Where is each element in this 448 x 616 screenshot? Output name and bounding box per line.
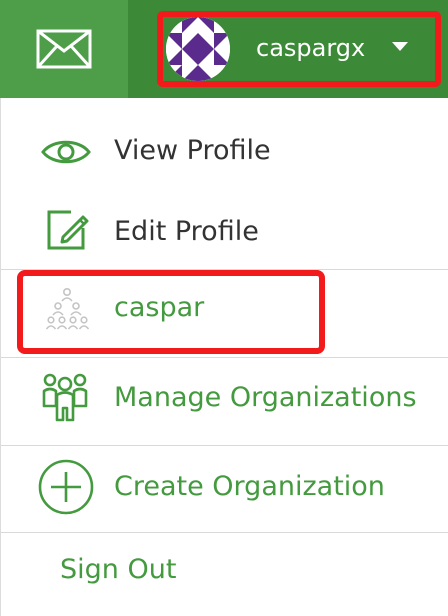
avatar[interactable] [166,17,230,81]
view-profile-label: View Profile [114,135,271,166]
top-navbar: caspargx [0,0,448,98]
menu-item-org-caspar[interactable]: caspar [1,270,448,357]
edit-profile-label: Edit Profile [114,216,259,247]
envelope-icon [36,29,92,69]
eye-icon [41,140,91,164]
messages-button[interactable] [0,0,128,98]
plus-circle-icon [38,459,94,515]
sign-out-label: Sign Out [60,554,177,585]
org-caspar-label: caspar [114,292,205,323]
menu-item-create-organization[interactable]: Create Organization [1,446,448,532]
caret-down-icon[interactable] [392,42,408,51]
edit-icon [47,210,89,250]
manage-organizations-label: Manage Organizations [114,382,417,413]
identicon-avatar [166,17,230,81]
menu-item-manage-organizations[interactable]: Manage Organizations [1,358,448,445]
username-label[interactable]: caspargx [256,28,365,68]
app-root: caspargx View Profile Edit Profile caspa… [0,0,448,616]
org-chart-icon [45,287,89,330]
menu-item-sign-out[interactable]: Sign Out [1,533,448,616]
user-dropdown-menu: View Profile Edit Profile caspar Manage … [0,98,448,616]
menu-item-view-profile[interactable]: View Profile [1,98,448,184]
create-organization-label: Create Organization [114,471,385,502]
people-group-icon [42,373,88,422]
menu-item-edit-profile[interactable]: Edit Profile [1,184,448,269]
